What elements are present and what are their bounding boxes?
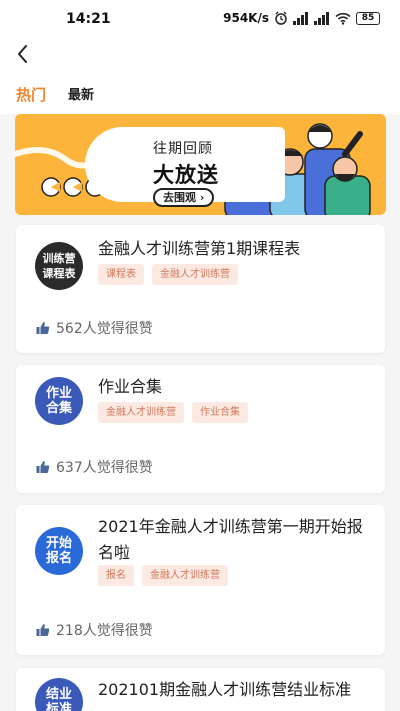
promo-banner[interactable]: 往期回顾 大放送 去围观 › — [15, 114, 386, 215]
banner-subtitle: 往期回顾 — [153, 141, 213, 157]
post-card[interactable]: 作业 合集 作业合集 金融人才训练营 作业合集 637人觉得很赞 — [16, 365, 385, 493]
signal-icon — [293, 11, 308, 25]
post-title: 作业合集 — [98, 377, 163, 396]
post-tag[interactable]: 作业合集 — [192, 402, 248, 423]
post-tag[interactable]: 金融人才训练营 — [142, 565, 228, 586]
banner-view-button[interactable]: 去围观 › — [153, 188, 215, 207]
likes-count: 637人觉得很赞 — [56, 460, 153, 476]
status-time: 14:21 — [66, 11, 111, 27]
status-bar: 14:21 954K/s 85 — [0, 0, 400, 38]
network-speed: 954K/s — [223, 11, 269, 25]
thumbs-up-icon — [36, 461, 50, 473]
post-tags: 课程表 金融人才训练营 — [98, 264, 238, 285]
thumbs-up-icon — [36, 624, 50, 636]
status-indicators: 954K/s 85 — [223, 11, 380, 25]
battery-icon: 85 — [356, 11, 380, 25]
post-icon: 开始 报名 — [35, 527, 83, 575]
post-tag[interactable]: 报名 — [98, 565, 134, 586]
signal-icon-2 — [314, 11, 329, 25]
post-tags: 金融人才训练营 作业合集 — [98, 402, 248, 423]
likes-count: 218人觉得很赞 — [56, 623, 153, 639]
tab-latest[interactable]: 最新 — [68, 84, 94, 103]
wifi-icon — [335, 12, 351, 25]
banner-headline: 大放送 — [153, 163, 219, 187]
post-icon: 训练营 课程表 — [35, 242, 83, 290]
post-likes[interactable]: 562人觉得很赞 — [36, 318, 153, 338]
nav-bar — [0, 38, 400, 70]
post-card[interactable]: 开始 报名 2021年金融人才训练营第一期开始报名啦 报名 金融人才训练营 21… — [16, 505, 385, 655]
post-title: 2021年金融人才训练营第一期开始报名啦 — [98, 517, 363, 562]
post-tag[interactable]: 课程表 — [98, 264, 144, 285]
post-icon: 结业 标准 — [35, 678, 83, 711]
post-likes[interactable]: 218人觉得很赞 — [36, 620, 153, 640]
post-card[interactable]: 结业 标准 202101期金融人才训练营结业标准 — [16, 668, 385, 711]
back-arrow-icon[interactable] — [10, 40, 38, 68]
tab-hot[interactable]: 热门 — [16, 84, 46, 105]
post-tags: 报名 金融人才训练营 — [98, 565, 228, 586]
tab-bar: 热门 最新 — [0, 70, 400, 114]
post-card[interactable]: 训练营 课程表 金融人才训练营第1期课程表 课程表 金融人才训练营 562人觉得… — [16, 225, 385, 353]
likes-count: 562人觉得很赞 — [56, 321, 153, 337]
post-title: 202101期金融人才训练营结业标准 — [98, 680, 352, 699]
alarm-icon — [275, 11, 287, 25]
post-icon: 作业 合集 — [35, 377, 83, 425]
post-tag[interactable]: 金融人才训练营 — [152, 264, 238, 285]
post-tag[interactable]: 金融人才训练营 — [98, 402, 184, 423]
post-title: 金融人才训练营第1期课程表 — [98, 239, 301, 258]
thumbs-up-icon — [36, 322, 50, 334]
post-likes[interactable]: 637人觉得很赞 — [36, 457, 153, 477]
